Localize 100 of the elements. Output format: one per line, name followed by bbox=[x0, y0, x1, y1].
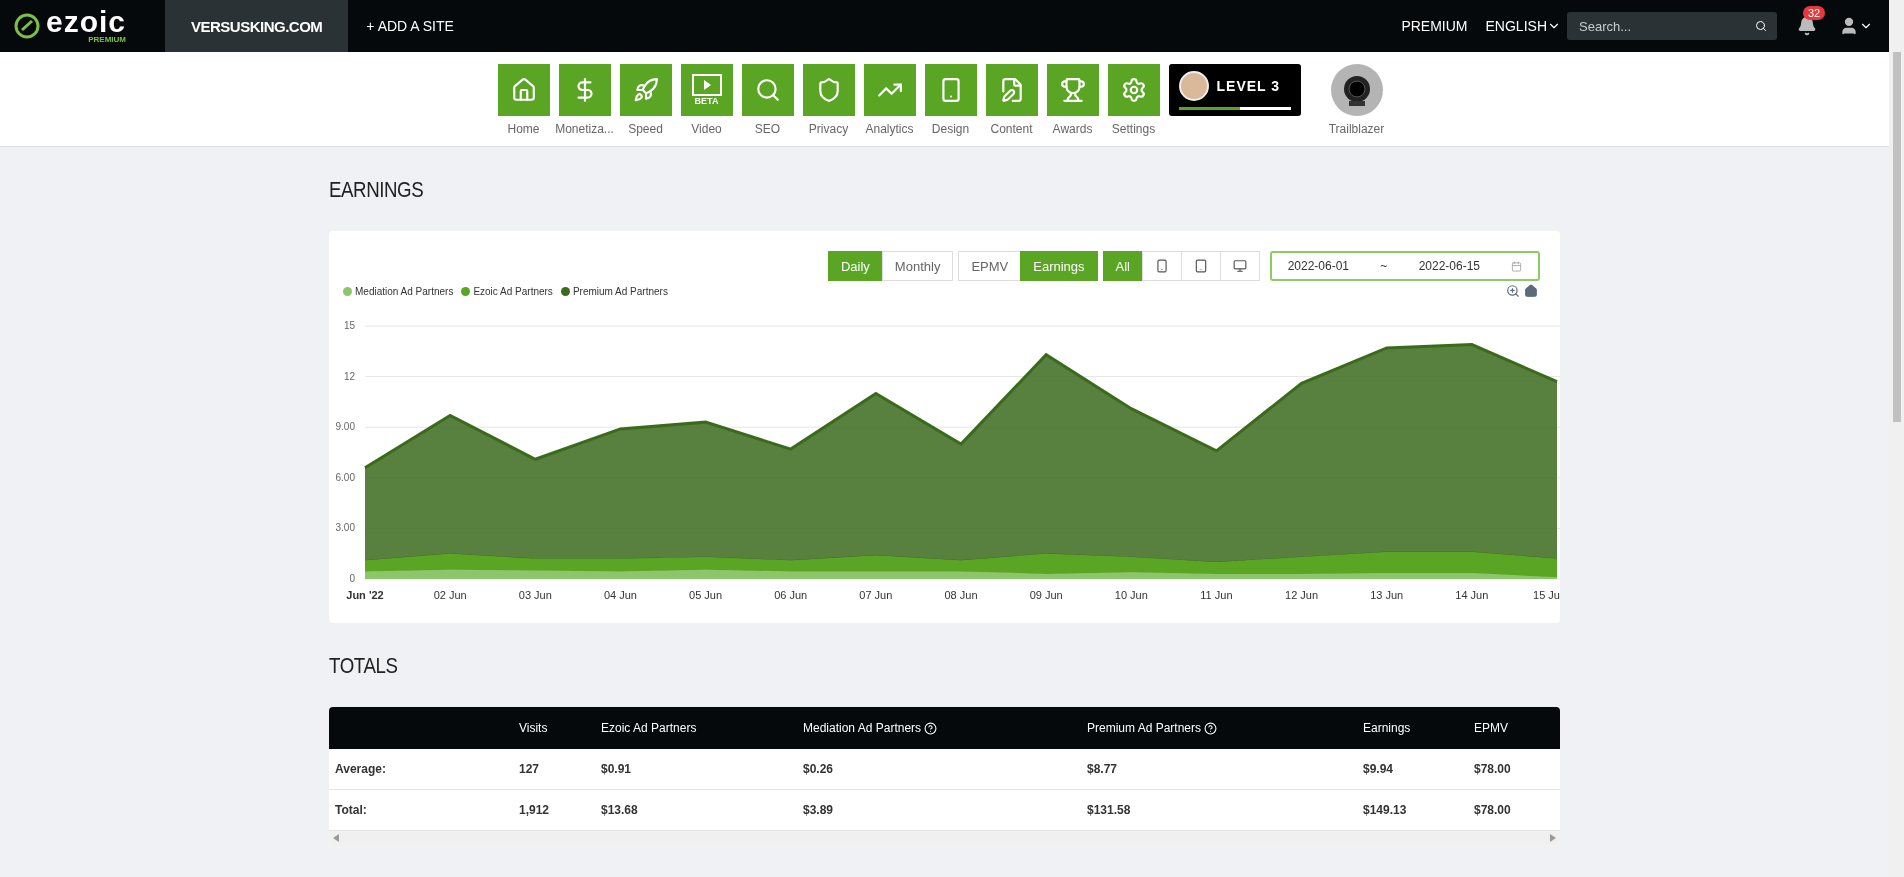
axis-label: 15 bbox=[343, 320, 355, 331]
table-cell-text: 127 bbox=[519, 762, 541, 776]
trophy-icon bbox=[1059, 77, 1086, 103]
vertical-scrollbar[interactable] bbox=[1889, 0, 1904, 877]
legend-item[interactable]: Mediation Ad Partners bbox=[343, 285, 454, 297]
table-cell-text: $3.89 bbox=[803, 803, 835, 817]
level-text: LEVEL 3 bbox=[1216, 77, 1281, 94]
home-icon[interactable] bbox=[1524, 284, 1538, 298]
axis-label: 10 Jun bbox=[1114, 589, 1148, 601]
scroll-left-icon[interactable] bbox=[333, 834, 339, 842]
search-icon bbox=[754, 77, 781, 103]
table-cell-text: $78.00 bbox=[1474, 762, 1512, 776]
nav-label: Design bbox=[931, 122, 970, 136]
axis-label: 12 Jun bbox=[1285, 589, 1319, 601]
nav-tile[interactable] bbox=[497, 64, 550, 116]
axis-label: 04 Jun bbox=[603, 589, 637, 601]
notification-count: 32 bbox=[1803, 6, 1826, 20]
nav-tile[interactable] bbox=[1046, 64, 1099, 116]
settings-icon bbox=[1120, 77, 1147, 103]
axis-label: 05 Jun bbox=[689, 589, 723, 601]
nav-label: Video bbox=[691, 122, 722, 136]
nav-label: Settings bbox=[1111, 122, 1156, 136]
nav-tile[interactable] bbox=[741, 64, 794, 116]
logo-icon bbox=[14, 13, 40, 39]
beta-label: BETA bbox=[694, 96, 719, 106]
achievement-label: Trailblazer bbox=[1328, 122, 1385, 136]
tablet-icon bbox=[1194, 259, 1208, 273]
legend-item[interactable]: Ezoic Ad Partners bbox=[461, 285, 553, 297]
column-header: Mediation Ad Partners bbox=[803, 721, 1087, 735]
axis-label: 06 Jun bbox=[774, 589, 808, 601]
premium-link[interactable]: PREMIUM bbox=[1383, 18, 1486, 34]
calendar-icon bbox=[1511, 260, 1523, 272]
rocket-icon bbox=[632, 77, 659, 103]
period-tab[interactable]: Monthly bbox=[881, 251, 954, 281]
help-icon[interactable] bbox=[1204, 721, 1218, 735]
achievement-badge[interactable] bbox=[1330, 64, 1383, 116]
nav-label: Speed bbox=[628, 122, 663, 136]
horizontal-scrollbar[interactable] bbox=[329, 831, 1560, 845]
nav-tile[interactable] bbox=[863, 64, 916, 116]
logo-subtitle: PREMIUM bbox=[88, 34, 127, 44]
table-cell-text: $78.00 bbox=[1474, 803, 1512, 817]
nav-label: Analytics bbox=[865, 122, 914, 136]
section-title: TOTALS bbox=[329, 653, 399, 679]
table-cell-text: $13.68 bbox=[601, 803, 639, 817]
site-selector[interactable]: VERSUSKING.COM bbox=[165, 0, 349, 52]
nav-tile[interactable] bbox=[619, 64, 672, 116]
axis-label: 03 Jun bbox=[518, 589, 552, 601]
user-icon[interactable] bbox=[1839, 16, 1859, 36]
zoom-icon[interactable] bbox=[1506, 284, 1520, 298]
nav-label: SEO bbox=[754, 122, 781, 136]
axis-label: 9.00 bbox=[335, 421, 355, 433]
add-site-link[interactable]: + ADD A SITE bbox=[348, 18, 472, 34]
logo-text: ezoic bbox=[46, 8, 127, 35]
table-cell-text: $0.91 bbox=[601, 762, 633, 776]
section-title: EARNINGS bbox=[329, 177, 425, 203]
language-menu[interactable]: ENGLISH bbox=[1485, 18, 1561, 34]
date-range-field[interactable]: 2022-06-01 ~ 2022-06-15 bbox=[1270, 251, 1540, 281]
column-header: Earnings bbox=[1363, 721, 1412, 735]
device-tab[interactable] bbox=[1142, 251, 1182, 281]
device-tab[interactable] bbox=[1181, 251, 1221, 281]
device-tab[interactable] bbox=[1220, 251, 1260, 281]
table-cell-text: 1,912 bbox=[519, 803, 551, 817]
search-icon bbox=[1755, 20, 1767, 32]
column-header: Visits bbox=[519, 721, 549, 735]
axis-label: 6.00 bbox=[335, 471, 355, 483]
column-header: EPMV bbox=[1474, 721, 1509, 735]
nav-tile[interactable] bbox=[1107, 64, 1160, 116]
nav-label: Privacy bbox=[808, 122, 849, 136]
axis-label: Jun '22 bbox=[346, 589, 384, 601]
range-separator: ~ bbox=[1380, 259, 1388, 273]
nav-tile[interactable] bbox=[985, 64, 1038, 116]
row-label: Average: bbox=[334, 762, 387, 776]
axis-label: 14 Jun bbox=[1455, 589, 1489, 601]
column-header: Ezoic Ad Partners bbox=[601, 721, 698, 735]
home-icon bbox=[510, 77, 537, 103]
legend-item[interactable]: Premium Ad Partners bbox=[560, 285, 668, 297]
axis-label: 07 Jun bbox=[859, 589, 893, 601]
search-input[interactable]: Search... bbox=[1577, 17, 1755, 35]
nav-label: Monetiza... bbox=[555, 122, 614, 136]
table-cell-text: $149.13 bbox=[1363, 803, 1408, 817]
nav-tile[interactable] bbox=[924, 64, 977, 116]
axis-label: 15 Ju bbox=[1533, 589, 1560, 601]
table-cell-text: $131.58 bbox=[1087, 803, 1132, 817]
search-field[interactable]: Search... bbox=[1567, 12, 1777, 40]
row-label: Total: bbox=[334, 803, 368, 817]
table-cell-text: $0.26 bbox=[803, 762, 835, 776]
scroll-right-icon[interactable] bbox=[1550, 834, 1556, 842]
axis-label: 08 Jun bbox=[944, 589, 978, 601]
axis-label: 12 bbox=[343, 370, 355, 382]
level-card[interactable]: LEVEL 3 bbox=[1168, 64, 1301, 116]
metric-tab[interactable]: EPMV bbox=[958, 251, 1022, 281]
help-icon[interactable] bbox=[924, 721, 938, 735]
axis-label: 09 Jun bbox=[1029, 589, 1063, 601]
nav-tile[interactable] bbox=[558, 64, 611, 116]
nav-label: Content bbox=[990, 122, 1033, 136]
bell-icon[interactable] bbox=[1797, 16, 1817, 36]
axis-label: 3.00 bbox=[335, 522, 355, 534]
axis-label: 13 Jun bbox=[1370, 589, 1404, 601]
nav-tile[interactable] bbox=[802, 64, 855, 116]
end-date: 2022-06-15 bbox=[1418, 259, 1481, 273]
